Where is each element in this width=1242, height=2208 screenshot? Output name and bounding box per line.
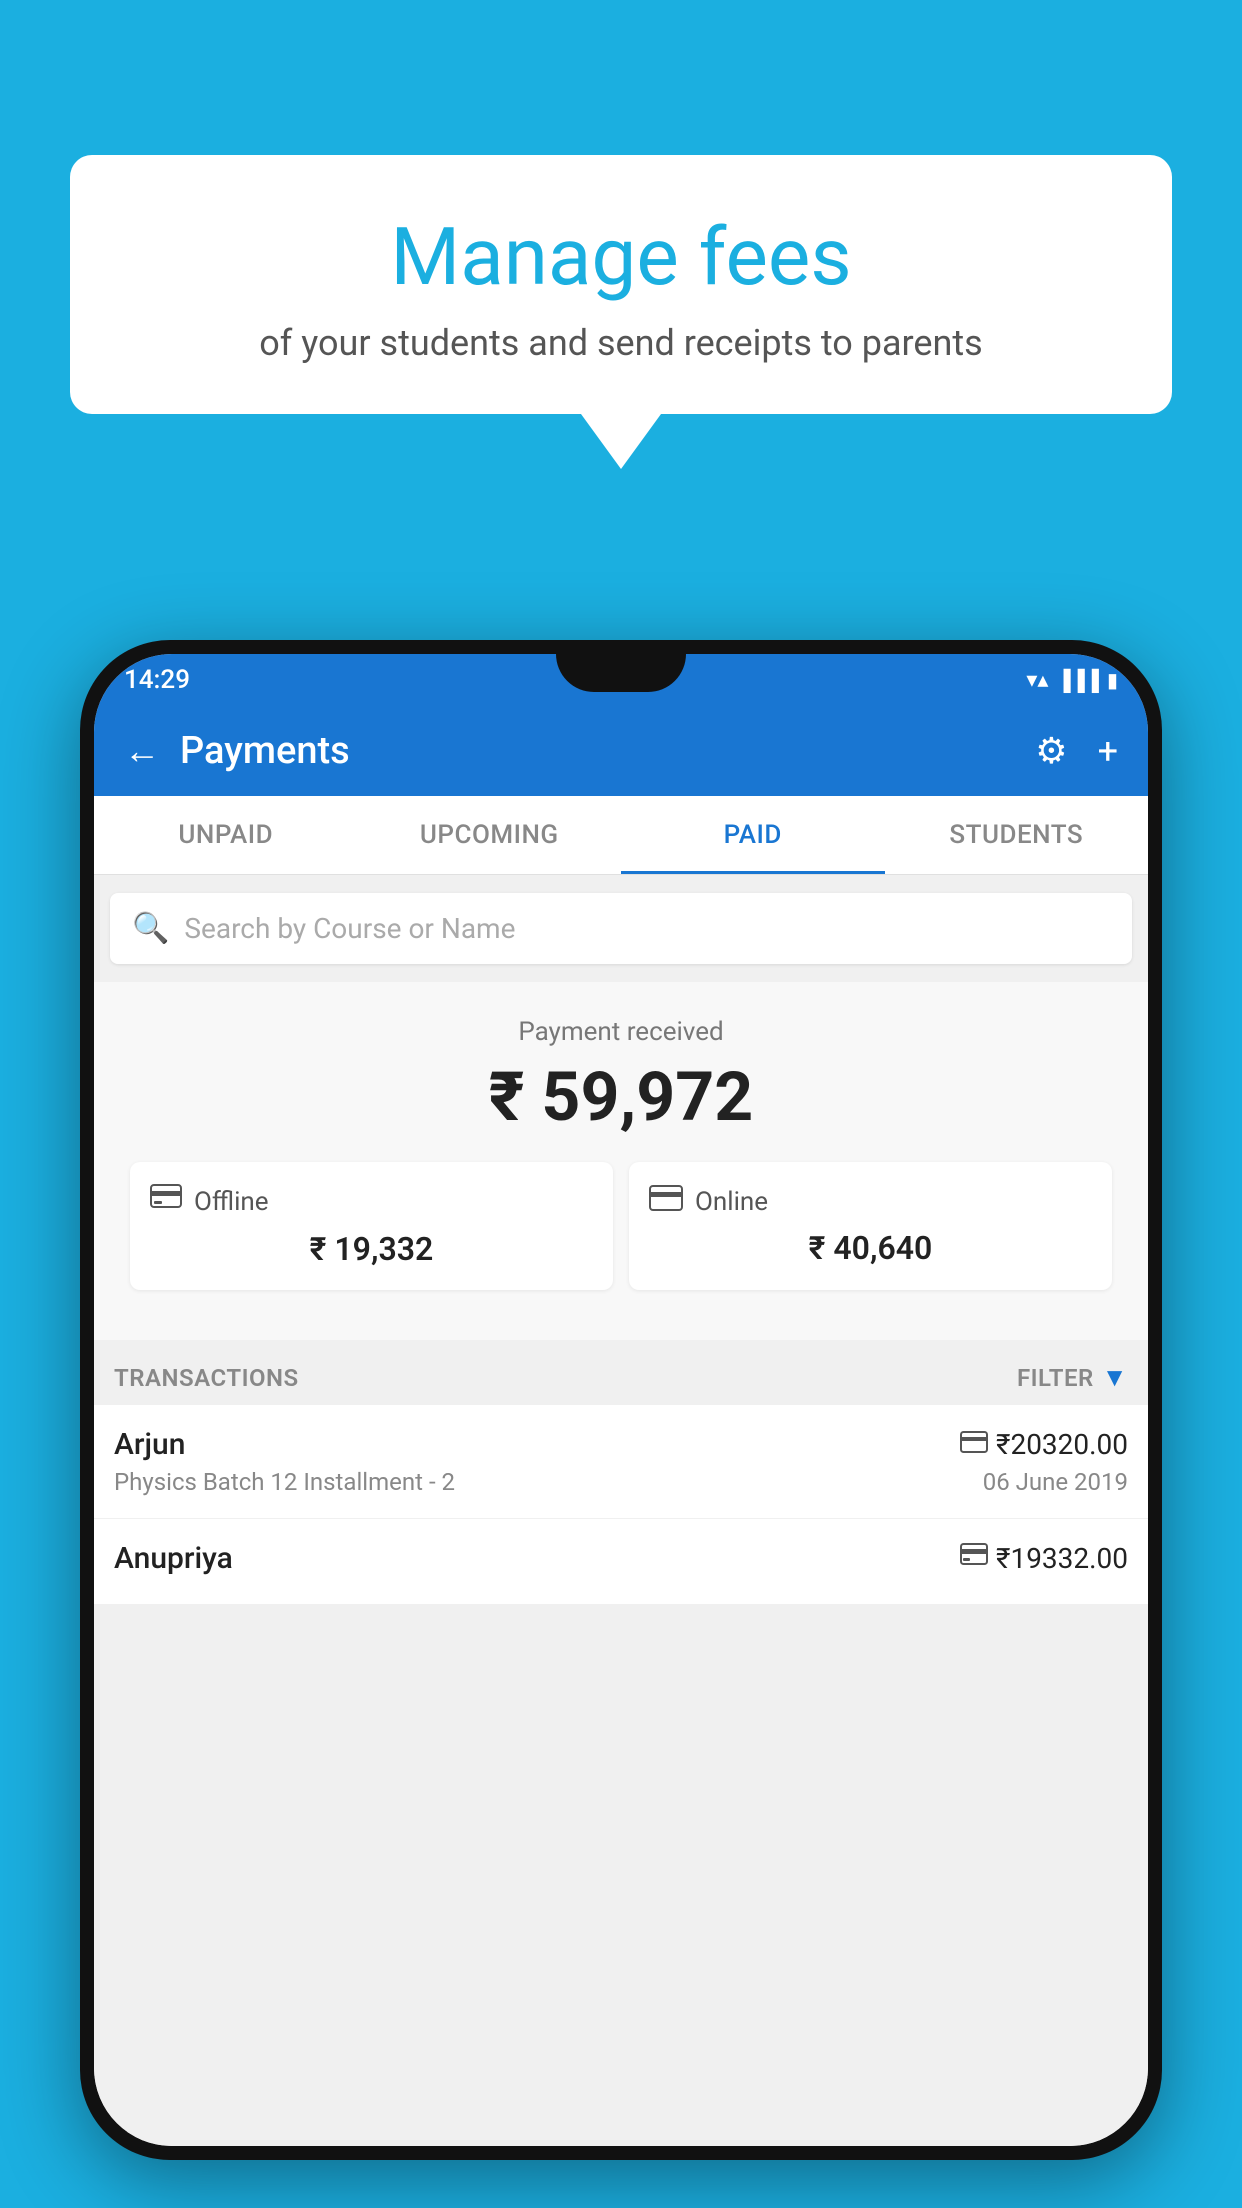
app-content: 🔍 Search by Course or Name Payment recei…	[94, 875, 1148, 2146]
offline-icon	[150, 1184, 182, 1220]
battery-icon: ▮	[1107, 668, 1118, 692]
speech-bubble-title: Manage fees	[130, 210, 1112, 304]
app-header: ← Payments ⚙ +	[94, 706, 1148, 796]
back-button[interactable]: ←	[124, 730, 160, 772]
phone-wrapper: 14:29 ▾▴ ▐▐▐ ▮ ← Payments ⚙ +	[80, 640, 1162, 2208]
speech-bubble-wrapper: Manage fees of your students and send re…	[70, 155, 1172, 469]
payment-received-label: Payment received	[114, 1017, 1128, 1047]
transaction-row[interactable]: Anupriya ₹19332.00	[94, 1519, 1148, 1605]
speech-bubble: Manage fees of your students and send re…	[70, 155, 1172, 414]
transactions-header: TRANSACTIONS FILTER ▼	[94, 1340, 1148, 1405]
payment-summary: Payment received ₹ 59,972	[94, 982, 1148, 1340]
transaction-amount-container: ₹19332.00	[960, 1542, 1128, 1575]
search-icon: 🔍	[132, 911, 169, 946]
header-title: Payments	[180, 729, 1035, 773]
add-icon[interactable]: +	[1098, 730, 1118, 772]
transaction-row[interactable]: Arjun ₹20320.00	[94, 1405, 1148, 1519]
payment-total-amount: ₹ 59,972	[114, 1057, 1128, 1137]
online-card: Online ₹ 40,640	[629, 1162, 1112, 1290]
speech-bubble-tail	[581, 414, 661, 469]
status-icons: ▾▴ ▐▐▐ ▮	[1026, 668, 1118, 693]
payment-cards: Offline ₹ 19,332	[114, 1162, 1128, 1310]
settings-icon[interactable]: ⚙	[1035, 730, 1067, 772]
offline-card-header: Offline	[150, 1184, 593, 1220]
filter-icon: ▼	[1102, 1362, 1128, 1393]
background: Manage fees of your students and send re…	[0, 0, 1242, 2208]
transaction-mode-icon	[960, 1431, 988, 1459]
offline-card: Offline ₹ 19,332	[130, 1162, 613, 1290]
transaction-name: Anupriya	[114, 1541, 233, 1576]
transaction-mode-icon-offline	[960, 1543, 988, 1575]
transaction-amount: ₹20320.00	[996, 1428, 1128, 1461]
filter-label: FILTER	[1017, 1364, 1094, 1392]
online-amount: ₹ 40,640	[649, 1229, 1092, 1267]
phone: 14:29 ▾▴ ▐▐▐ ▮ ← Payments ⚙ +	[80, 640, 1162, 2160]
transaction-row-top: Anupriya ₹19332.00	[114, 1541, 1128, 1576]
transaction-row-bottom: Physics Batch 12 Installment - 2 06 June…	[114, 1468, 1128, 1496]
wifi-icon: ▾▴	[1026, 668, 1048, 693]
tab-unpaid[interactable]: UNPAID	[94, 796, 358, 874]
search-input[interactable]: Search by Course or Name	[184, 912, 515, 945]
status-time: 14:29	[124, 665, 190, 695]
signal-icon: ▐▐▐	[1056, 668, 1099, 693]
transaction-course: Physics Batch 12 Installment - 2	[114, 1468, 455, 1496]
online-card-header: Online	[649, 1184, 1092, 1219]
online-label: Online	[695, 1187, 768, 1217]
transaction-name: Arjun	[114, 1427, 185, 1462]
transaction-row-top: Arjun ₹20320.00	[114, 1427, 1128, 1462]
search-container[interactable]: 🔍 Search by Course or Name	[110, 893, 1132, 964]
transactions-label: TRANSACTIONS	[114, 1364, 299, 1392]
tab-students[interactable]: STUDENTS	[885, 796, 1149, 874]
offline-amount: ₹ 19,332	[150, 1230, 593, 1268]
speech-bubble-subtitle: of your students and send receipts to pa…	[130, 322, 1112, 364]
tabs: UNPAID UPCOMING PAID STUDENTS	[94, 796, 1148, 875]
phone-notch	[556, 654, 686, 692]
filter-button[interactable]: FILTER ▼	[1017, 1362, 1128, 1393]
tab-upcoming[interactable]: UPCOMING	[358, 796, 622, 874]
transaction-date: 06 June 2019	[983, 1468, 1128, 1496]
phone-screen: 14:29 ▾▴ ▐▐▐ ▮ ← Payments ⚙ +	[94, 654, 1148, 2146]
header-icons: ⚙ +	[1035, 730, 1118, 772]
transaction-amount: ₹19332.00	[996, 1542, 1128, 1575]
offline-label: Offline	[194, 1187, 269, 1217]
tab-paid[interactable]: PAID	[621, 796, 885, 874]
online-icon	[649, 1184, 683, 1219]
transaction-amount-container: ₹20320.00	[960, 1428, 1128, 1461]
